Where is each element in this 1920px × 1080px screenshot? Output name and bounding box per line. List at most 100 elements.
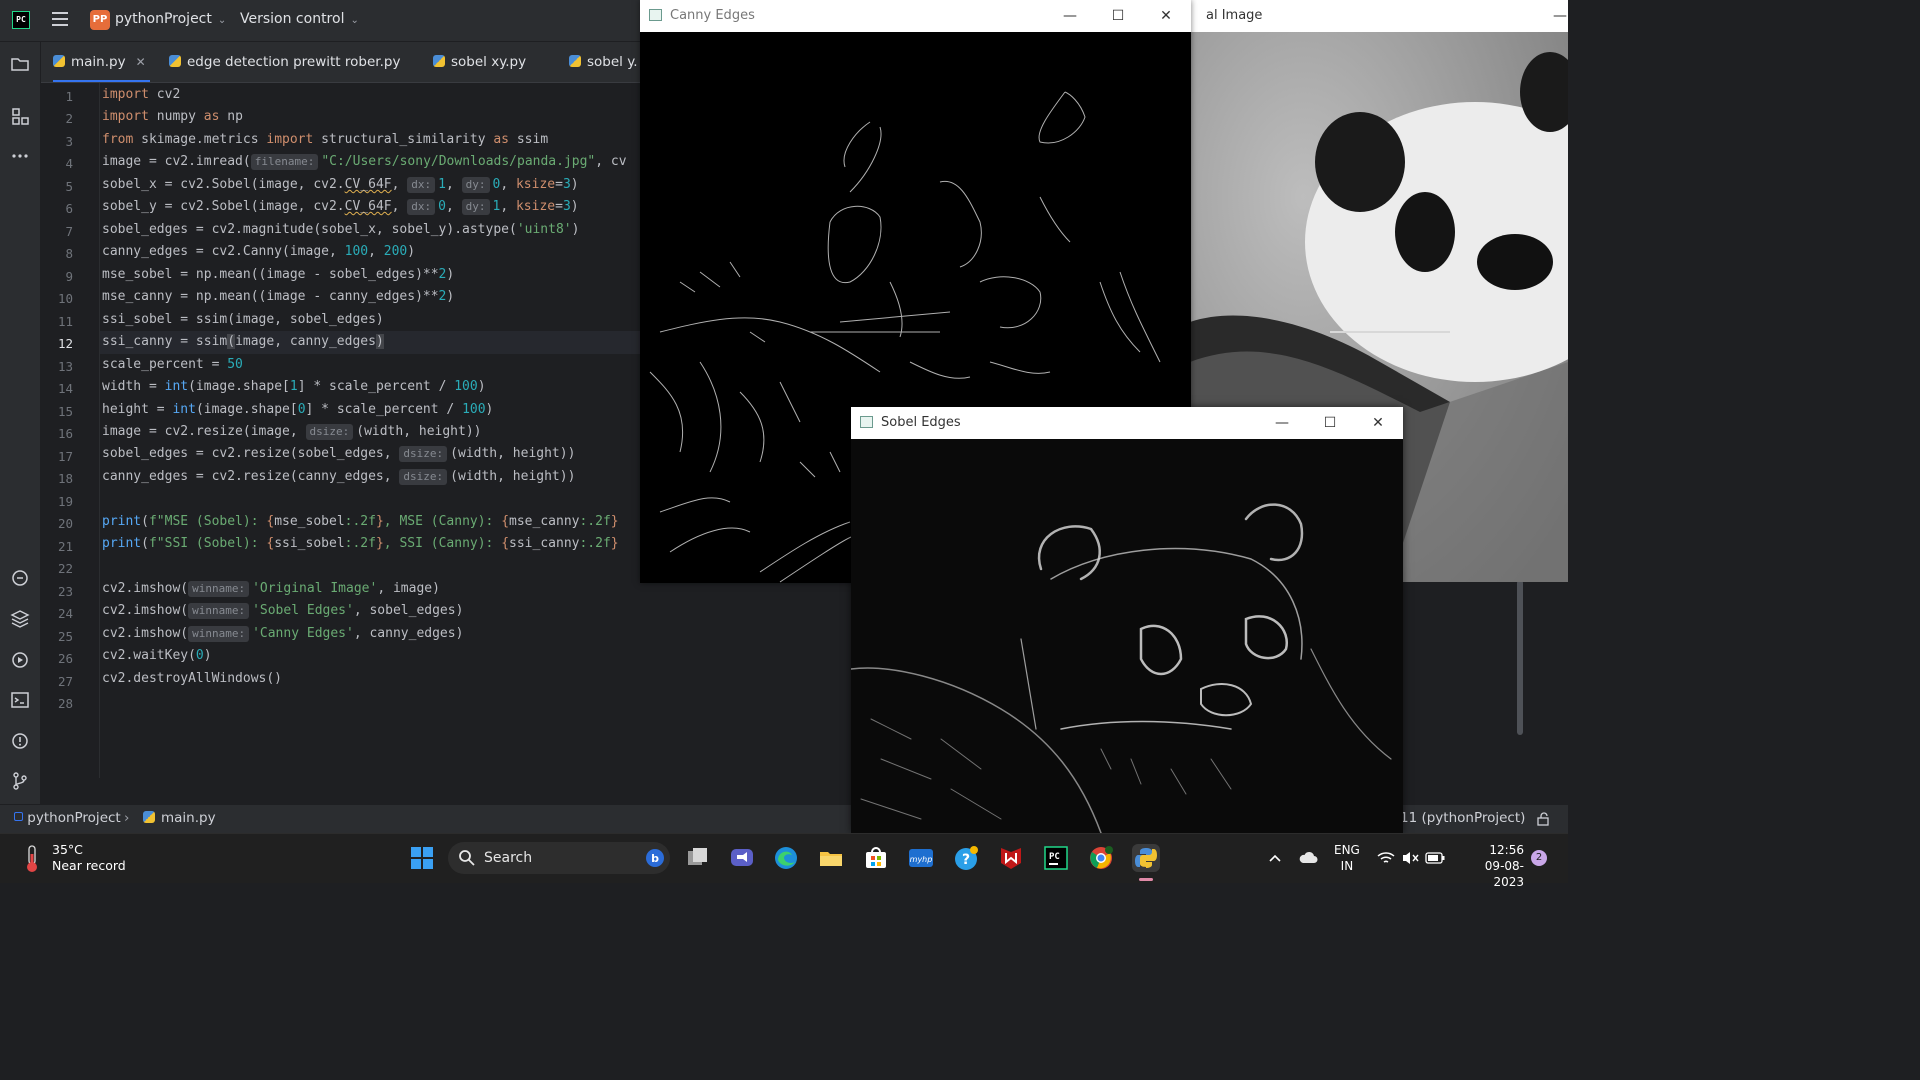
help-icon[interactable]: ? [952,844,980,872]
region-code: IN [1340,859,1354,873]
code-line[interactable]: cv2.destroyAllWindows() [102,671,282,686]
tab-label: sobel y. [587,54,638,70]
code-line[interactable]: sobel_x = cv2.Sobel(image, cv2.CV_64F, d… [102,177,579,193]
more-tools-icon[interactable] [10,146,30,166]
code-line[interactable]: image = cv2.imread(filename: "C:/Users/so… [102,154,627,170]
thermometer-icon[interactable] [22,844,42,874]
code-line[interactable]: sobel_edges = cv2.magnitude(sobel_x, sob… [102,222,579,237]
code-line[interactable]: ssi_canny = ssim(image, canny_edges) [102,334,384,349]
minimize-icon[interactable]: — [1270,411,1294,435]
tab-main-py[interactable]: main.py ✕ [53,42,150,82]
code-line[interactable]: cv2.imshow(winname: 'Canny Edges', canny_… [102,626,463,642]
code-line[interactable]: image = cv2.resize(image, dsize: (width, … [102,424,481,440]
code-line[interactable]: cv2.imshow(winname: 'Original Image', ima… [102,581,440,597]
code-line[interactable]: import numpy as np [102,109,243,124]
system-clock[interactable]: 12:56 09-08-2023 [1458,842,1524,890]
code-line[interactable]: mse_sobel = np.mean((image - sobel_edges… [102,267,454,282]
microsoft-store-icon[interactable] [862,844,890,872]
python-app-icon[interactable] [1132,844,1160,872]
parameter-hint: winname: [188,626,250,642]
wifi-icon[interactable] [1377,850,1395,866]
code-line[interactable]: print(f"MSE (Sobel): {mse_sobel:.2f}, MS… [102,514,619,529]
myhp-icon[interactable]: myhp [907,844,935,872]
onedrive-cloud-icon[interactable] [1298,850,1318,866]
version-control-label: Version control [240,11,345,27]
close-icon[interactable]: ✕ [1366,411,1390,435]
breadcrumb-project[interactable]: pythonProject [14,810,121,826]
close-icon[interactable]: ✕ [136,55,146,69]
code-line[interactable]: scale_percent = 50 [102,357,243,372]
terminal-icon[interactable] [10,690,30,710]
volume-muted-icon[interactable] [1401,850,1419,866]
close-icon[interactable]: ✕ [1154,4,1178,28]
battery-icon[interactable] [1425,851,1445,865]
chevron-up-icon[interactable] [1268,851,1282,865]
code-line[interactable]: sobel_y = cv2.Sobel(image, cv2.CV_64F, d… [102,199,579,215]
chrome-icon[interactable] [1087,844,1115,872]
code-line[interactable]: ssi_sobel = ssim(image, sobel_edges) [102,312,384,327]
mcafee-icon[interactable] [997,844,1025,872]
parameter-hint: dsize: [399,446,448,462]
code-line[interactable]: sobel_edges = cv2.resize(sobel_edges, ds… [102,446,575,462]
window-title-bar[interactable]: Sobel Edges — ☐ ✕ [851,407,1403,439]
minimize-icon[interactable]: — [1548,4,1572,28]
interpreter-status[interactable]: 11 (pythonProject) [1400,810,1525,826]
line-number: 2 [65,111,73,126]
windows-start-icon[interactable] [408,844,436,872]
services-run-icon[interactable] [10,650,30,670]
code-line[interactable]: cv2.waitKey(0) [102,648,212,663]
python-packages-icon[interactable] [10,609,30,629]
language-code: ENG [1334,843,1360,857]
code-line[interactable]: cv2.imshow(winname: 'Sobel Edges', sobel_… [102,603,463,619]
code-line[interactable]: from skimage.metrics import structural_s… [102,132,548,147]
project-switcher[interactable]: pythonProject ⌄ [115,11,226,27]
editor-scrollbar[interactable] [1517,580,1523,735]
file-explorer-icon[interactable] [817,844,845,872]
unlock-icon[interactable] [1536,812,1550,826]
structure-icon[interactable] [10,106,30,126]
line-number: 11 [57,314,73,329]
pycharm-logo-icon[interactable]: PC [12,11,30,29]
notification-badge[interactable]: 2 [1531,850,1547,866]
window-title-bar[interactable]: al Image [1190,0,1568,32]
language-indicator[interactable]: ENG IN [1334,842,1360,874]
code-line[interactable]: print(f"SSI (Sobel): {ssi_sobel:.2f}, SS… [102,536,619,551]
breadcrumb-file[interactable]: main.py [143,810,216,826]
sobel-edges-window[interactable]: Sobel Edges — ☐ ✕ [850,407,1403,834]
code-line[interactable]: canny_edges = cv2.resize(canny_edges, ds… [102,469,575,485]
window-app-icon [649,9,662,21]
minimize-icon[interactable]: — [1058,4,1082,28]
bing-icon[interactable]: b [645,848,665,868]
active-app-indicator [1139,878,1153,881]
line-number: 6 [65,201,73,216]
task-view-icon[interactable] [684,844,712,872]
tab-sobel-xy[interactable]: sobel xy.py [433,42,526,82]
tab-edge-detection[interactable]: edge detection prewitt rober.py [169,42,400,82]
code-line[interactable]: import cv2 [102,87,180,102]
problems-icon[interactable] [10,731,30,751]
code-line[interactable]: mse_canny = np.mean((image - canny_edges… [102,289,454,304]
code-line[interactable]: canny_edges = cv2.Canny(image, 100, 200) [102,244,415,259]
tab-sobel-y[interactable]: sobel y. [569,42,638,82]
code-line[interactable]: width = int(image.shape[1] * scale_perce… [102,379,486,394]
parameter-hint: filename: [250,154,319,170]
git-branch-icon[interactable] [10,771,30,791]
edge-browser-icon[interactable] [772,844,800,872]
maximize-icon[interactable]: ☐ [1318,411,1342,435]
maximize-icon[interactable]: ☐ [1106,4,1130,28]
code-line[interactable]: height = int(image.shape[0] * scale_perc… [102,402,493,417]
project-badge[interactable]: PP [90,10,110,30]
pycharm-taskbar-icon[interactable]: PC [1042,844,1070,872]
weather-desc: Near record [52,858,126,873]
teams-chat-icon[interactable] [728,844,756,872]
window-title-bar[interactable]: Canny Edges — ☐ ✕ [640,0,1191,32]
main-menu-icon[interactable] [52,12,68,28]
taskbar-search[interactable] [448,842,670,874]
project-folder-icon[interactable] [10,54,30,74]
tab-label: sobel xy.py [451,54,527,70]
weather-widget[interactable]: 35°C Near record [52,842,126,874]
svg-text:?: ? [962,852,970,868]
window-title: Sobel Edges [881,415,961,430]
python-console-icon[interactable] [10,568,30,588]
version-control-menu[interactable]: Version control ⌄ [240,11,359,27]
